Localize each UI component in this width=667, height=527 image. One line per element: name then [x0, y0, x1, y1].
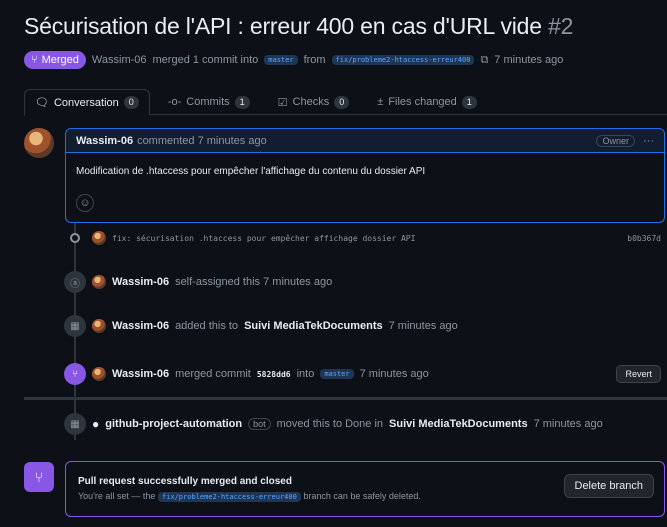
copy-icon[interactable]: ⧉: [480, 54, 488, 67]
tab-checks[interactable]: ☑ Checks 0: [268, 89, 360, 115]
from-text: from: [303, 54, 326, 66]
delete-branch-button[interactable]: Delete branch: [563, 474, 654, 498]
pr-title-text: Sécurisation de l'API : erreur 400 en ca…: [24, 13, 542, 39]
commit-icon: -o-: [167, 96, 182, 108]
revert-button[interactable]: Revert: [616, 365, 661, 383]
event-user[interactable]: Wassim-06: [112, 368, 169, 380]
merge-text: merged 1 commit into: [152, 54, 259, 66]
file-diff-icon: ±: [377, 96, 384, 108]
commit-avatar: [92, 231, 106, 245]
commit-message[interactable]: fix: sécurisation .htaccess pour empêche…: [112, 234, 415, 243]
more-options-icon[interactable]: ···: [643, 135, 654, 147]
event-time: 7 minutes ago: [533, 418, 603, 430]
event-text: merged commit: [175, 368, 251, 380]
event-text: moved this to Done in: [276, 418, 384, 430]
merge-status-box: Pull request successfully merged and clo…: [65, 461, 665, 517]
merge-icon: ⑂: [64, 363, 86, 385]
person-icon: ⓐ: [64, 271, 86, 293]
pr-number: #2: [548, 13, 574, 39]
event-avatar: [92, 275, 106, 289]
self-assign-event: ⓐ Wassim-06 self-assigned this 7 minutes…: [64, 271, 661, 293]
tab-conversation[interactable]: 🗨 Conversation 0: [24, 89, 150, 116]
event-user[interactable]: github-project-automation: [105, 418, 242, 430]
project-link[interactable]: Suivi MediaTekDocuments: [389, 418, 528, 430]
event-text: self-assigned this 7 minutes ago: [175, 276, 333, 288]
commit-dot-icon: [70, 233, 80, 243]
tab-commits[interactable]: -o- Commits 1: [158, 89, 260, 115]
event-user[interactable]: Wassim-06: [112, 276, 169, 288]
event-avatar: [92, 319, 106, 333]
pr-tabs: 🗨 Conversation 0 -o- Commits 1 ☑ Checks …: [24, 89, 667, 116]
commit-event: fix: sécurisation .htaccess pour empêche…: [64, 230, 661, 246]
event-avatar: [92, 367, 106, 381]
avatar[interactable]: [24, 128, 54, 158]
automation-event: ▦ ● github-project-automation bot moved …: [64, 413, 661, 435]
source-branch[interactable]: fix/probleme2-htaccess-erreur400: [331, 55, 475, 65]
reaction-smiley-icon[interactable]: ☺: [76, 194, 94, 212]
timeline-separator: [24, 397, 667, 400]
comment-author[interactable]: Wassim-06: [76, 135, 133, 147]
github-icon: ●: [92, 417, 100, 431]
comment-body: Modification de .htaccess pour empêcher …: [76, 166, 426, 177]
pr-meta: ⑂ Merged Wassim-06 merged 1 commit into …: [24, 50, 563, 70]
comment-header: Wassim-06 commented 7 minutes ago Owner …: [66, 129, 664, 153]
deletable-branch[interactable]: fix/probleme2-htaccess-erreur400: [157, 492, 301, 502]
target-branch[interactable]: master: [264, 55, 298, 65]
comment-icon: 🗨: [35, 97, 49, 109]
event-into: into: [296, 368, 315, 380]
commit-sha[interactable]: b0b367d: [627, 234, 661, 243]
project-link[interactable]: Suivi MediaTekDocuments: [244, 320, 383, 332]
merge-commit-sha[interactable]: 5828dd6: [257, 370, 291, 379]
event-time: 7 minutes ago: [359, 368, 429, 380]
pr-time: 7 minutes ago: [494, 54, 564, 66]
event-user[interactable]: Wassim-06: [112, 320, 169, 332]
checks-icon: ☑: [277, 96, 288, 109]
owner-badge: Owner: [596, 134, 635, 147]
table-icon: ▦: [64, 413, 86, 435]
project-add-event: ▦ Wassim-06 added this to Suivi MediaTek…: [64, 315, 661, 337]
event-text: added this to: [175, 320, 239, 332]
event-time: 7 minutes ago: [388, 320, 458, 332]
merge-status-icon: ⑂: [24, 462, 54, 492]
bot-badge: bot: [248, 418, 271, 430]
tab-files-changed[interactable]: ± Files changed 1: [367, 89, 487, 115]
comment-box: Wassim-06 commented 7 minutes ago Owner …: [65, 128, 665, 223]
merged-branch[interactable]: master: [320, 369, 354, 379]
merged-badge: ⑂ Merged: [24, 51, 86, 69]
merged-event: ⑂ Wassim-06 merged commit 5828dd6 into m…: [64, 363, 661, 385]
pr-title: Sécurisation de l'API : erreur 400 en ca…: [24, 13, 573, 40]
table-icon: ▦: [64, 315, 86, 337]
pr-author[interactable]: Wassim-06: [92, 54, 147, 66]
merge-icon: ⑂: [31, 54, 38, 66]
comment-action: commented 7 minutes ago: [137, 134, 267, 147]
